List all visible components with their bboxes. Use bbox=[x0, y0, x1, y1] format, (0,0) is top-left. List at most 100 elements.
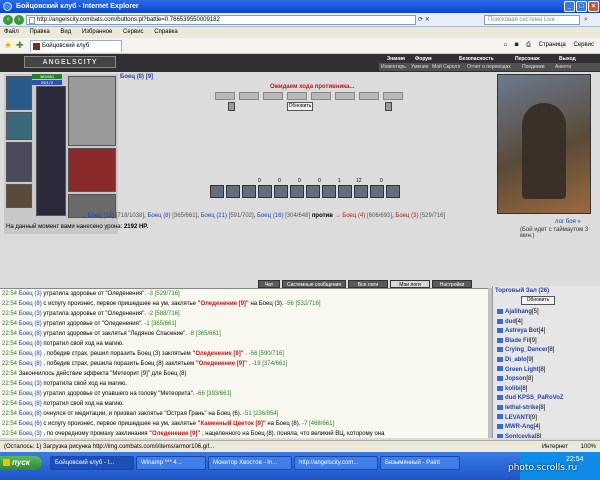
user-list-item[interactable]: dud[4] bbox=[493, 318, 600, 328]
menu-view[interactable]: Вид bbox=[60, 29, 71, 35]
battle-log-link[interactable]: лог боя » bbox=[555, 219, 581, 225]
log-actor[interactable]: Боец (8) bbox=[19, 351, 42, 357]
team-right-1[interactable]: → Боец (4) bbox=[335, 213, 366, 219]
forward-button[interactable]: › bbox=[14, 15, 24, 25]
nav-transfers[interactable]: Отчет о переводах bbox=[467, 63, 511, 71]
user-list-item[interactable]: Sonlcevka[8] bbox=[493, 433, 600, 438]
tab-system[interactable]: Системные сообщения bbox=[282, 280, 346, 288]
refresh-button[interactable]: Обновить bbox=[287, 102, 313, 111]
spell-slot-7[interactable] bbox=[306, 185, 320, 198]
user-list-item[interactable]: kolibi[8] bbox=[493, 385, 600, 395]
cloak-slot[interactable] bbox=[68, 148, 116, 192]
user-list-item[interactable]: Jopson[8] bbox=[493, 375, 600, 385]
user-name[interactable]: lethal-strike bbox=[505, 405, 539, 411]
search-input[interactable]: Поисковая система Live bbox=[484, 15, 580, 25]
hit-zone-1[interactable] bbox=[215, 92, 235, 100]
spell-slot-12[interactable] bbox=[386, 185, 400, 198]
menu-file[interactable]: Файл bbox=[4, 29, 19, 35]
armor-slot[interactable] bbox=[6, 184, 32, 208]
user-list-item[interactable]: lethal-strike[8] bbox=[493, 404, 600, 414]
log-actor[interactable]: Боец (6) bbox=[19, 421, 42, 427]
log-actor[interactable]: Боец (8) bbox=[19, 401, 42, 407]
add-favorite-icon[interactable]: ✚ bbox=[16, 40, 24, 51]
spell-slot-6[interactable] bbox=[290, 185, 304, 198]
team-right-2[interactable]: Боец (3) bbox=[395, 213, 418, 219]
user-name[interactable]: dud KPSS_PaRoVoZ bbox=[505, 395, 564, 401]
user-name[interactable]: dud bbox=[505, 319, 516, 325]
start-button[interactable]: пуск bbox=[0, 456, 42, 470]
close-button[interactable]: × bbox=[588, 1, 599, 12]
log-actor[interactable]: Боец (8) bbox=[19, 341, 42, 347]
url-field[interactable]: http://angelscity.combats.com/buttons.pl… bbox=[26, 15, 416, 25]
nav-character[interactable]: Персонаж bbox=[515, 55, 540, 63]
tab-chat[interactable]: Чат bbox=[258, 280, 280, 288]
log-actor[interactable]: Боец (3) bbox=[19, 381, 42, 387]
log-actor[interactable]: Боец (8) bbox=[19, 411, 42, 417]
user-list-item[interactable]: Crying_Dancer[8] bbox=[493, 346, 600, 356]
minimize-button[interactable]: _ bbox=[564, 1, 575, 12]
helmet-slot[interactable] bbox=[6, 76, 32, 110]
user-name[interactable]: Astreya Bot bbox=[505, 328, 539, 334]
user-name[interactable]: Blade Fil bbox=[505, 338, 530, 344]
refresh-stop-buttons[interactable]: ⟳ ✕ bbox=[418, 15, 464, 25]
amulet-slot[interactable] bbox=[6, 112, 32, 140]
spell-slot-9[interactable] bbox=[338, 185, 352, 198]
spell-slot-2[interactable] bbox=[226, 185, 240, 198]
nav-inventory[interactable]: Инвентарь bbox=[381, 63, 406, 71]
log-actor[interactable]: Боец (8) bbox=[19, 391, 42, 397]
spell-slot-3[interactable] bbox=[242, 185, 256, 198]
team-left-4[interactable]: Боец (16) bbox=[257, 213, 283, 219]
user-name[interactable]: Crying_Dancer bbox=[505, 347, 548, 353]
user-list-item[interactable]: Ajalihang[5] bbox=[493, 308, 600, 318]
tools-menu[interactable]: Сервис bbox=[573, 42, 594, 48]
log-actor[interactable]: Боец (8) bbox=[19, 301, 42, 307]
menu-favorites[interactable]: Избранное bbox=[82, 29, 112, 35]
hit-zone-5[interactable] bbox=[311, 92, 331, 100]
home-icon[interactable]: ⌂ bbox=[504, 42, 508, 48]
tab-current-page[interactable]: Бойцовский клуб bbox=[30, 40, 122, 52]
user-name[interactable]: Sonlcevka bbox=[505, 434, 535, 438]
menu-tools[interactable]: Сервис bbox=[123, 29, 144, 35]
user-list-item[interactable]: Di_ablo[9] bbox=[493, 356, 600, 366]
hit-zone-3[interactable] bbox=[263, 92, 283, 100]
spell-slot-8[interactable] bbox=[322, 185, 336, 198]
favorites-star-icon[interactable]: ★ bbox=[4, 40, 12, 51]
hit-zone-2[interactable] bbox=[239, 92, 259, 100]
task-winamp[interactable]: Winamp *** 4... bbox=[136, 456, 206, 470]
log-actor[interactable]: Боец (3) bbox=[19, 431, 42, 437]
nav-scroll[interactable]: Мой Скролл bbox=[432, 63, 460, 71]
user-list-item[interactable]: LEVANTI[9] bbox=[493, 414, 600, 424]
search-icon[interactable]: ⌕ bbox=[584, 15, 594, 25]
maximize-button[interactable]: □ bbox=[576, 1, 587, 12]
nav-forum[interactable]: Форум bbox=[415, 55, 432, 63]
weapon-slot[interactable] bbox=[6, 142, 32, 182]
hit-zone-7[interactable] bbox=[359, 92, 379, 100]
tab-settings[interactable]: Настройки bbox=[432, 280, 472, 288]
log-actor[interactable]: Боец (3) bbox=[19, 311, 42, 317]
team-left-3[interactable]: Боец (21) bbox=[201, 213, 227, 219]
user-name[interactable]: Jopson bbox=[505, 376, 526, 382]
spell-slot-1[interactable] bbox=[210, 185, 224, 198]
page-menu[interactable]: Страница bbox=[539, 42, 566, 48]
hit-zone-8[interactable] bbox=[383, 92, 403, 100]
log-actor[interactable]: Боец (8) bbox=[19, 321, 42, 327]
user-name[interactable]: kolibi bbox=[505, 386, 521, 392]
team-left-1[interactable]: → Боец (15) bbox=[80, 213, 114, 219]
tab-my-logs[interactable]: Мои логи bbox=[390, 280, 430, 288]
player-name[interactable]: Боец (8) [9] bbox=[120, 74, 153, 80]
user-list-item[interactable]: Blade Fil[9] bbox=[493, 337, 600, 347]
spell-slot-10[interactable] bbox=[354, 185, 368, 198]
menu-help[interactable]: Справка bbox=[154, 29, 178, 35]
user-list-item[interactable]: dud KPSS_PaRoVoZ bbox=[493, 394, 600, 404]
task-tail-monitor[interactable]: Монитор Хвостов - In... bbox=[208, 456, 292, 470]
task-angelscity[interactable]: http://angelscity.com... bbox=[294, 456, 378, 470]
user-name[interactable]: Di_ablo bbox=[505, 357, 527, 363]
task-fight-club[interactable]: Бойцовский клуб - I... bbox=[50, 456, 134, 470]
tab-all-logs[interactable]: Все логи bbox=[348, 280, 388, 288]
nav-skills[interactable]: Умения bbox=[411, 63, 428, 71]
user-list-item[interactable]: Green Light[8] bbox=[493, 366, 600, 376]
nav-security[interactable]: Безопасность bbox=[459, 55, 494, 63]
hit-zone-4[interactable] bbox=[287, 92, 307, 100]
log-actor[interactable]: Боец (8) bbox=[19, 331, 42, 337]
spell-slot-11[interactable] bbox=[370, 185, 384, 198]
